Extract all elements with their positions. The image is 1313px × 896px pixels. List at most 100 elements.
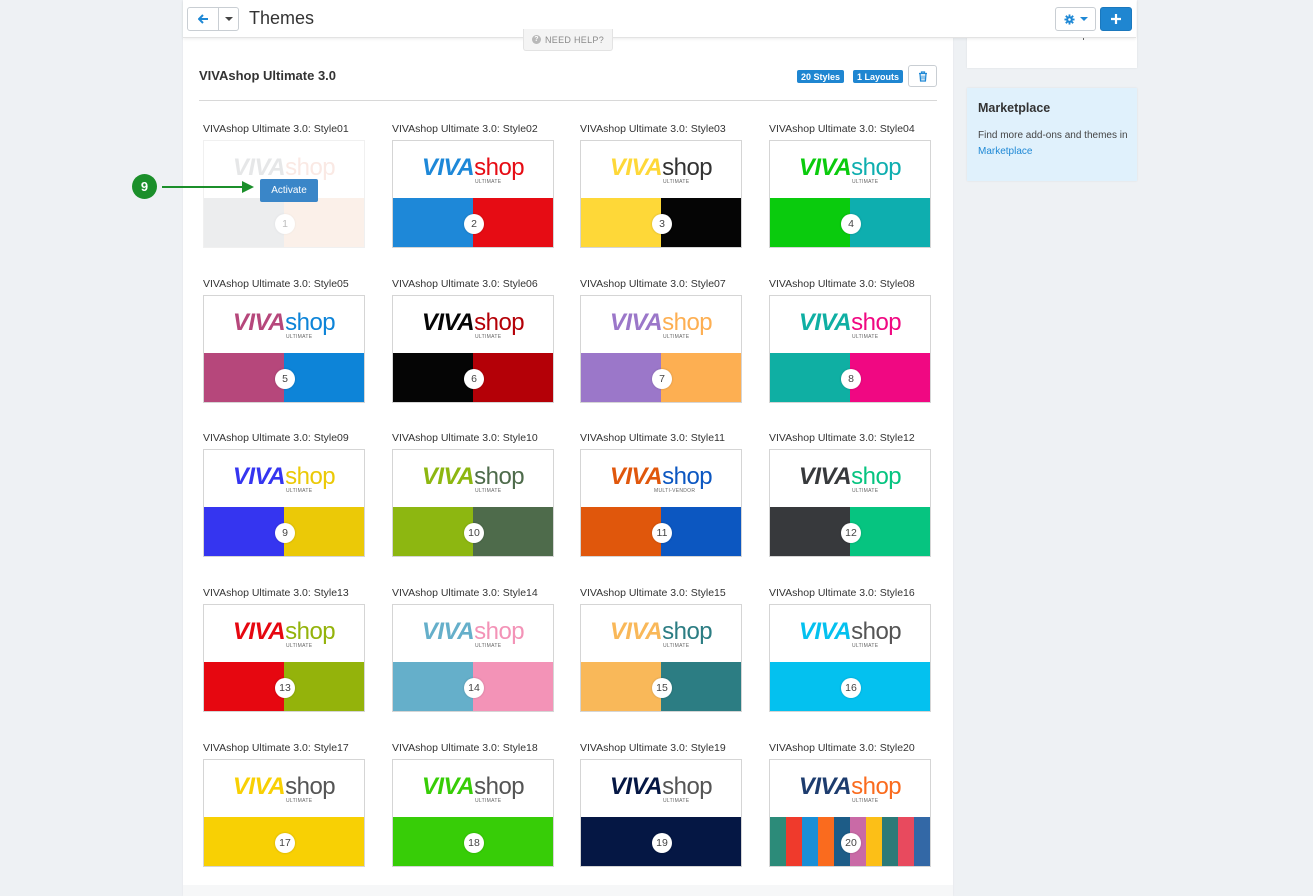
logo-viva: VIVA xyxy=(232,463,286,490)
logo-shop: shop xyxy=(851,773,902,800)
logo-subtitle: ULTIMATE xyxy=(475,488,502,494)
style-number-badge: 13 xyxy=(275,678,295,698)
style-number-badge: 15 xyxy=(652,678,672,698)
style-thumbnail[interactable]: VIVAshop MULTI-VENDOR 11 xyxy=(580,449,742,557)
style-card[interactable]: VIVAshop Ultimate 3.0: Style15 VIVAshop UL… xyxy=(580,587,742,712)
delete-theme-button[interactable] xyxy=(908,65,937,87)
logo-subtitle: ULTIMATE xyxy=(286,488,313,494)
color-swatch xyxy=(850,198,930,247)
activate-button[interactable]: Activate xyxy=(260,179,318,202)
need-help-label: NEED HELP? xyxy=(544,34,605,45)
style-number-badge: 18 xyxy=(464,833,484,853)
style-card[interactable]: VIVAshop Ultimate 3.0: Style19 VIVAshop UL… xyxy=(580,742,742,867)
style-thumbnail[interactable]: VIVAshop ULTIMATE 20 xyxy=(769,759,931,867)
style-logo-area: VIVAshop ULTIMATE xyxy=(393,450,553,508)
logo-viva: VIVA xyxy=(798,154,852,181)
style-thumbnail[interactable]: VIVAshop ULTIMATE 17 xyxy=(203,759,365,867)
style-card[interactable]: VIVAshop Ultimate 3.0: Style08 VIVAshop UL… xyxy=(769,278,931,403)
style-thumbnail[interactable]: VIVAshop ULTIMATE 15 xyxy=(580,604,742,712)
style-logo: VIVAshop xyxy=(770,156,930,180)
style-card[interactable]: VIVAshop Ultimate 3.0: Style17 VIVAshop UL… xyxy=(203,742,365,867)
style-thumbnail[interactable]: VIVAshop ULTIMATE 7 xyxy=(580,295,742,403)
style-thumbnail[interactable]: VIVAshop ULTIMATE 10 xyxy=(392,449,554,557)
style-thumbnail[interactable]: VIVAshop ULTIMATE 5 xyxy=(203,295,365,403)
logo-subtitle: ULTIMATE xyxy=(475,643,502,649)
style-number-badge: 10 xyxy=(464,523,484,543)
need-help-tab[interactable]: ? NEED HELP? xyxy=(523,29,613,51)
style-name: VIVAshop Ultimate 3.0: Style16 xyxy=(769,587,915,599)
style-number-badge: 9 xyxy=(275,523,295,543)
style-card[interactable]: VIVAshop Ultimate 3.0: Style02 VIVAshop UL… xyxy=(392,123,554,248)
style-thumbnail[interactable]: VIVAshop ULTIMATE 9 xyxy=(203,449,365,557)
style-thumbnail[interactable]: VIVAshop ULTIMATE 2 xyxy=(392,140,554,248)
logo-viva: VIVA xyxy=(421,463,475,490)
color-swatch xyxy=(581,507,661,556)
back-dropdown-button[interactable] xyxy=(218,7,239,31)
logo-subtitle: ULTIMATE xyxy=(663,179,690,185)
style-logo-area: VIVAshop ULTIMATE xyxy=(204,605,364,663)
logo-subtitle: ULTIMATE xyxy=(852,179,879,185)
settings-dropdown-button[interactable] xyxy=(1055,7,1096,31)
style-thumbnail[interactable]: VIVAshop ULTIMATE 14 xyxy=(392,604,554,712)
styles-count-badge[interactable]: 20 Styles xyxy=(797,70,845,83)
step-callout: 9 xyxy=(132,174,157,199)
logo-shop: shop xyxy=(662,154,713,181)
style-card[interactable]: VIVAshop Ultimate 3.0: Style07 VIVAshop UL… xyxy=(580,278,742,403)
color-swatch xyxy=(770,507,850,556)
color-swatch xyxy=(866,817,882,866)
logo-subtitle: ULTIMATE xyxy=(286,643,313,649)
style-card[interactable]: VIVAshop Ultimate 3.0: Style09 VIVAshop UL… xyxy=(203,432,365,557)
style-card[interactable]: VIVAshop Ultimate 3.0: Style18 VIVAshop UL… xyxy=(392,742,554,867)
color-swatch xyxy=(802,817,818,866)
style-thumbnail[interactable]: VIVAshop ULTIMATE 19 xyxy=(580,759,742,867)
logo-shop: shop xyxy=(285,463,336,490)
color-swatch xyxy=(818,817,834,866)
style-thumbnail[interactable]: VIVAshop ULTIMATE 16 xyxy=(769,604,931,712)
style-thumbnail[interactable]: VIVAshop ULTIMATE 18 xyxy=(392,759,554,867)
style-card[interactable]: VIVAshop Ultimate 3.0: Style16 VIVAshop UL… xyxy=(769,587,931,712)
logo-shop: shop xyxy=(662,463,713,490)
style-card[interactable]: VIVAshop Ultimate 3.0: Style05 VIVAshop UL… xyxy=(203,278,365,403)
logo-shop: shop xyxy=(851,309,902,336)
logo-shop: shop xyxy=(474,773,525,800)
layouts-count-badge[interactable]: 1 Layouts xyxy=(853,70,904,83)
style-thumbnail[interactable]: VIVAshop ULTIMATE 12 xyxy=(769,449,931,557)
style-thumbnail[interactable]: VIVAshop ULTIMATE 6 xyxy=(392,295,554,403)
style-card[interactable]: VIVAshop Ultimate 3.0: Style06 VIVAshop UL… xyxy=(392,278,554,403)
marketplace-text: Find more add-ons and themes in Marketpl… xyxy=(978,128,1128,160)
style-card[interactable]: VIVAshop Ultimate 3.0: Style10 VIVAshop UL… xyxy=(392,432,554,557)
style-name: VIVAshop Ultimate 3.0: Style08 xyxy=(769,278,915,290)
top-toolbar: Themes xyxy=(183,0,1136,38)
style-card[interactable]: VIVAshop Ultimate 3.0: Style04 VIVAshop UL… xyxy=(769,123,931,248)
style-card[interactable]: VIVAshop Ultimate 3.0: Style12 VIVAshop UL… xyxy=(769,432,931,557)
style-thumbnail[interactable]: VIVAshop ULTIMATE 4 xyxy=(769,140,931,248)
logo-subtitle: ULTIMATE xyxy=(852,643,879,649)
style-name: VIVAshop Ultimate 3.0: Style13 xyxy=(203,587,349,599)
style-number-badge: 11 xyxy=(652,523,672,543)
style-card[interactable]: VIVAshop Ultimate 3.0: Style03 VIVAshop UL… xyxy=(580,123,742,248)
logo-viva: VIVA xyxy=(232,618,286,645)
color-swatch xyxy=(204,353,284,402)
style-thumbnail[interactable]: VIVAshop ULTIMATE 8 xyxy=(769,295,931,403)
style-card[interactable]: VIVAshop Ultimate 3.0: Style13 VIVAshop UL… xyxy=(203,587,365,712)
style-logo-area: VIVAshop ULTIMATE xyxy=(393,141,553,199)
style-card[interactable]: VIVAshop Ultimate 3.0: Style11 VIVAshop MU… xyxy=(580,432,742,557)
marketplace-link[interactable]: Marketplace xyxy=(978,146,1032,157)
style-name: VIVAshop Ultimate 3.0: Style04 xyxy=(769,123,915,135)
back-button[interactable] xyxy=(187,7,219,31)
style-card[interactable]: VIVAshop Ultimate 3.0: Style20 VIVAshop UL… xyxy=(769,742,931,867)
logo-shop: shop xyxy=(474,618,525,645)
style-logo: VIVAshop xyxy=(393,465,553,489)
color-swatch xyxy=(850,507,930,556)
bottom-strip xyxy=(183,885,953,896)
add-theme-button[interactable] xyxy=(1100,7,1132,31)
logo-shop: shop xyxy=(851,618,902,645)
style-logo: VIVAshop xyxy=(204,465,364,489)
plus-icon xyxy=(1111,14,1121,24)
style-thumbnail[interactable]: VIVAshop ULTIMATE 3 xyxy=(580,140,742,248)
style-name: VIVAshop Ultimate 3.0: Style20 xyxy=(769,742,915,754)
style-thumbnail[interactable]: VIVAshop ULTIMATE 13 xyxy=(203,604,365,712)
style-card[interactable]: VIVAshop Ultimate 3.0: Style14 VIVAshop UL… xyxy=(392,587,554,712)
logo-shop: shop xyxy=(851,463,902,490)
style-name: VIVAshop Ultimate 3.0: Style02 xyxy=(392,123,538,135)
